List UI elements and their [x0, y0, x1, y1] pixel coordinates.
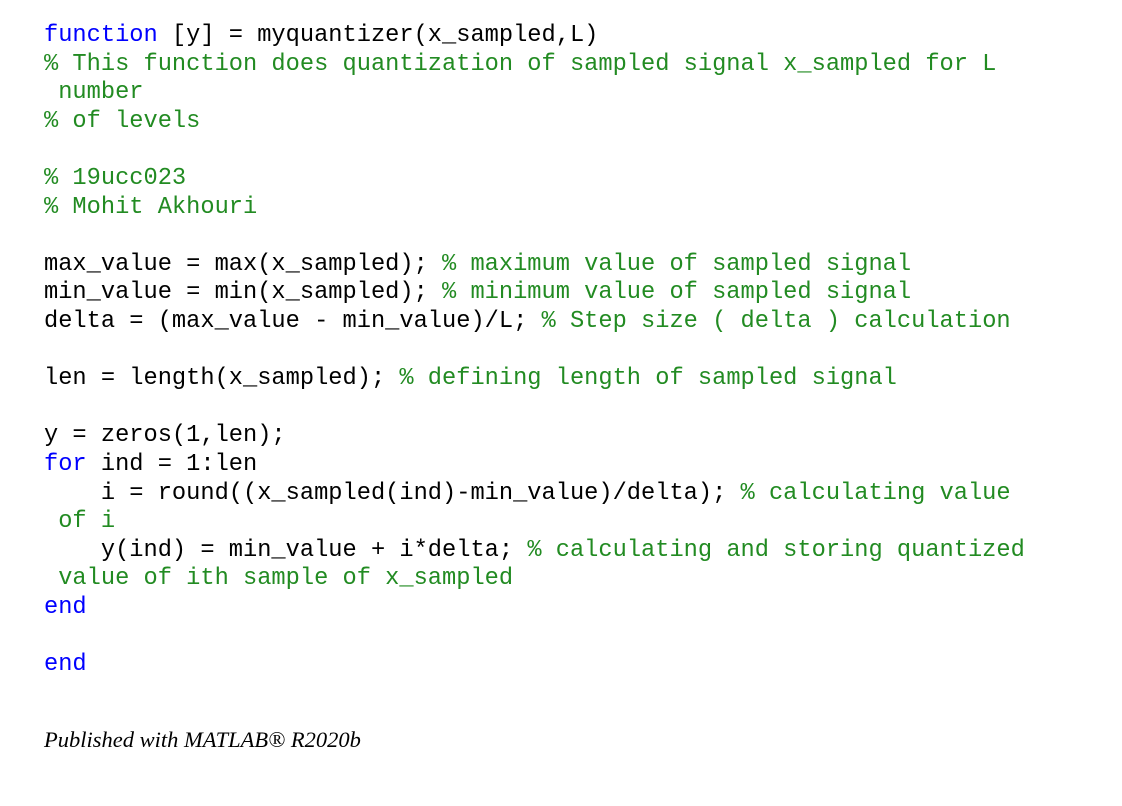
keyword-token: end — [44, 651, 87, 679]
code-token: ind = 1:len — [86, 450, 258, 478]
code-line: y = zeros(1,len); — [44, 422, 1025, 451]
published-footer: Published with MATLAB® R2020b — [44, 727, 361, 752]
comment-token: % minimum value of sampled signal — [442, 279, 912, 307]
comment-token: % This function does quantization of sam… — [44, 50, 997, 78]
code-line: function [y] = myquantizer(x_sampled,L) — [44, 22, 1025, 51]
code-line: end — [44, 651, 1025, 680]
code-line: value of ith sample of x_sampled — [44, 565, 1025, 594]
code-token: max_value = max(x_sampled); — [44, 250, 443, 278]
code-line: end — [44, 594, 1025, 623]
comment-token: % defining length of sampled signal — [399, 365, 897, 393]
code-token: len = length(x_sampled); — [44, 365, 400, 393]
code-token: y = zeros(1,len); — [44, 422, 286, 450]
code-line: % This function does quantization of sam… — [44, 51, 1025, 80]
code-line: len = length(x_sampled); % defining leng… — [44, 365, 1025, 394]
comment-token: % calculating and storing quantized — [527, 536, 1025, 564]
comment-token: number — [44, 79, 144, 107]
code-line: of i — [44, 508, 1025, 537]
code-line: % of levels — [44, 108, 1025, 137]
keyword-token: end — [44, 593, 87, 621]
code-token: i = round((x_sampled(ind)-min_value)/del… — [44, 479, 741, 507]
code-line: y(ind) = min_value + i*delta; % calculat… — [44, 537, 1025, 566]
comment-token: of i — [44, 508, 116, 536]
comment-token: % Mohit Akhouri — [44, 193, 258, 221]
comment-token: % maximum value of sampled signal — [442, 250, 912, 278]
code-line: % Mohit Akhouri — [44, 194, 1025, 223]
comment-token: value of ith sample of x_sampled — [44, 565, 514, 593]
code-line: min_value = min(x_sampled); % minimum va… — [44, 279, 1025, 308]
keyword-token: for — [44, 450, 87, 478]
code-listing: function [y] = myquantizer(x_sampled,L)%… — [44, 22, 1025, 680]
comment-token: % calculating value — [740, 479, 1011, 507]
comment-token: % of levels — [44, 107, 201, 135]
keyword-token: function — [44, 22, 158, 49]
code-token: delta = (max_value - min_value)/L; — [44, 307, 542, 335]
code-line: for ind = 1:len — [44, 451, 1025, 480]
code-line: number — [44, 79, 1025, 108]
code-line: max_value = max(x_sampled); % maximum va… — [44, 251, 1025, 280]
code-line: % 19ucc023 — [44, 165, 1025, 194]
code-token: [y] = myquantizer(x_sampled,L) — [157, 22, 599, 49]
code-token: y(ind) = min_value + i*delta; — [44, 536, 528, 564]
code-line: i = round((x_sampled(ind)-min_value)/del… — [44, 480, 1025, 509]
code-line: delta = (max_value - min_value)/L; % Ste… — [44, 308, 1025, 337]
code-token: min_value = min(x_sampled); — [44, 279, 443, 307]
comment-token: % 19ucc023 — [44, 164, 187, 192]
comment-token: % Step size ( delta ) calculation — [541, 307, 1011, 335]
